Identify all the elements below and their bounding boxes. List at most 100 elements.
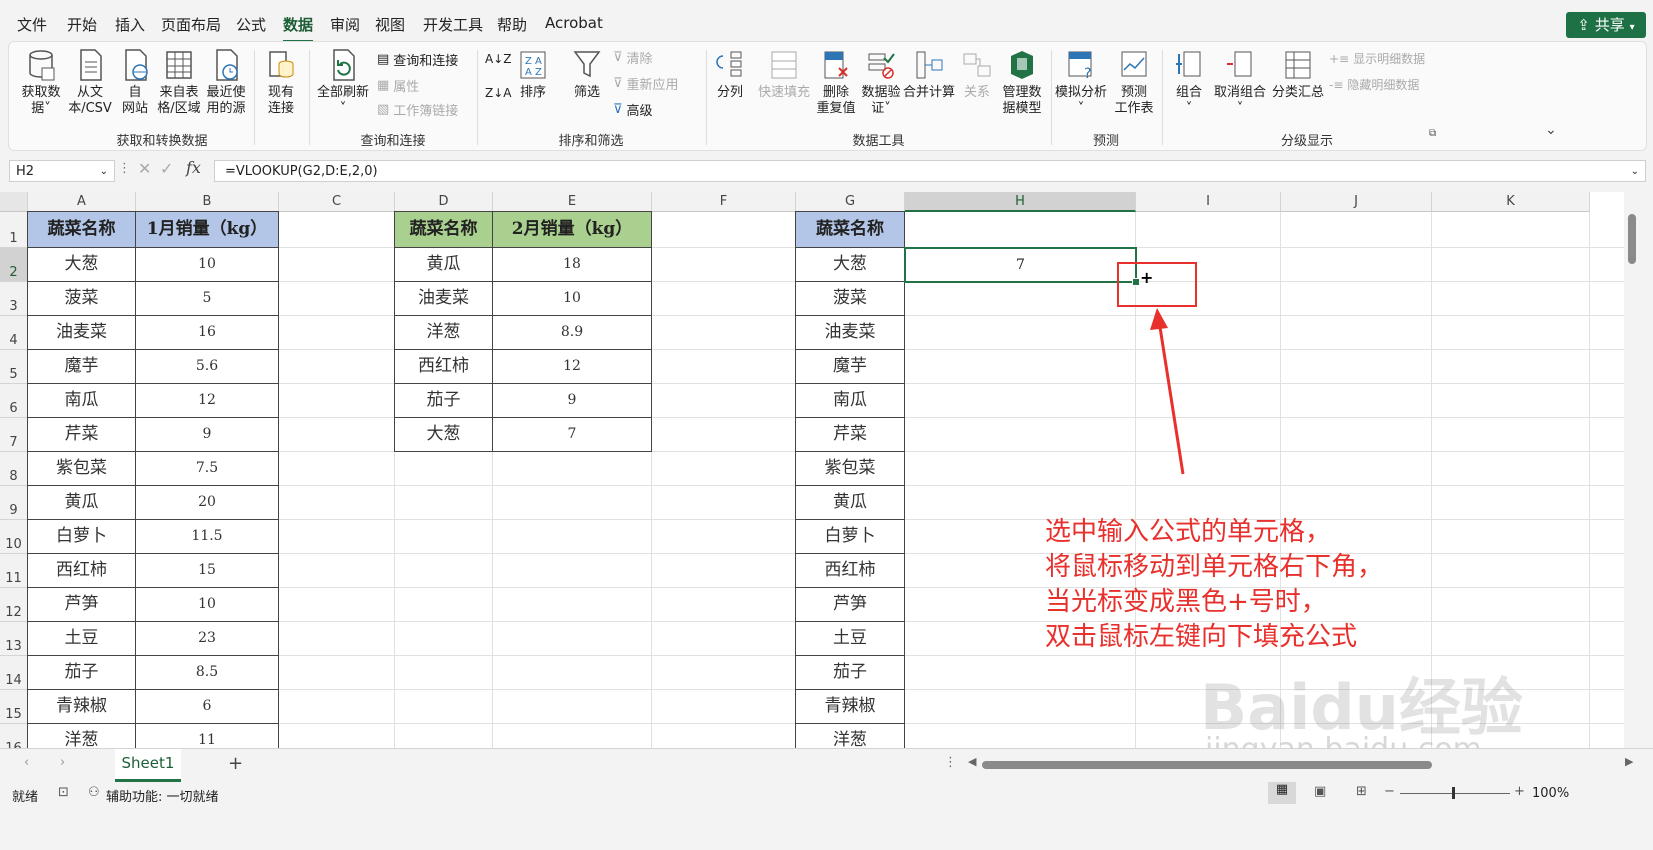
table1-cell-sales[interactable]: 7.5 xyxy=(135,451,279,486)
spreadsheet-grid[interactable]: ABCDEFGHIJK 12345678910111213141516 蔬菜名称… xyxy=(0,192,1640,788)
accessibility-status[interactable]: 辅助功能: 一切就绪 xyxy=(106,786,219,805)
table2-cell-name[interactable]: 茄子 xyxy=(394,383,493,418)
table1-cell-name[interactable]: 西红柿 xyxy=(27,553,136,588)
menu-home[interactable]: 开始 xyxy=(67,14,97,35)
page-break-view-icon[interactable]: ⊞ xyxy=(1356,784,1367,799)
from-text-csv-button[interactable]: 从文 本/CSV xyxy=(65,48,115,117)
table3-cell-name[interactable]: 土豆 xyxy=(795,621,905,656)
menu-developer[interactable]: 开发工具 xyxy=(423,14,483,35)
column-header-a[interactable]: A xyxy=(28,192,136,212)
page-layout-view-icon[interactable]: ▣ xyxy=(1314,784,1326,799)
show-detail-button[interactable]: +≡ 显示明细数据 xyxy=(1329,50,1425,67)
column-header-e[interactable]: E xyxy=(493,192,652,212)
row-header-2[interactable]: 2 xyxy=(0,248,28,282)
from-web-button[interactable]: 自网站 xyxy=(115,48,155,117)
table1-cell-name[interactable]: 紫包菜 xyxy=(27,451,136,486)
menu-help[interactable]: 帮助 xyxy=(497,14,527,35)
menu-review[interactable]: 审阅 xyxy=(330,14,360,35)
select-all-corner[interactable] xyxy=(0,192,28,212)
column-header-d[interactable]: D xyxy=(395,192,493,212)
table1-cell-name[interactable]: 土豆 xyxy=(27,621,136,656)
expand-formula-icon[interactable]: ⌄ xyxy=(1631,161,1639,183)
row-header-14[interactable]: 14 xyxy=(0,656,28,690)
confirm-icon[interactable]: ✓ xyxy=(160,159,173,178)
sort-button[interactable]: Z AA Z 排序 xyxy=(513,48,553,101)
existing-connections-button[interactable]: 现有 连接 xyxy=(261,48,301,117)
refresh-all-button[interactable]: 全部刷新 ˅ xyxy=(315,48,371,117)
relationships-button[interactable]: 关系 xyxy=(959,48,995,101)
row-header-1[interactable]: 1 xyxy=(0,212,28,248)
table3-cell-name[interactable]: 芦笋 xyxy=(795,587,905,622)
table1-cell-sales[interactable]: 10 xyxy=(135,247,279,282)
get-data-button[interactable]: 获取数 据˅ xyxy=(17,48,65,117)
insert-function-icon[interactable]: fx xyxy=(186,158,201,177)
subtotal-button[interactable]: 分类汇总 xyxy=(1271,48,1325,101)
table2-cell-sales[interactable]: 12 xyxy=(492,349,652,384)
vertical-scrollbar[interactable] xyxy=(1624,192,1640,788)
table1-cell-name[interactable]: 油麦菜 xyxy=(27,315,136,350)
table3-cell-name[interactable]: 西红柿 xyxy=(795,553,905,588)
table1-cell-name[interactable]: 大葱 xyxy=(27,247,136,282)
table1-cell-name[interactable]: 白萝卜 xyxy=(27,519,136,554)
table3-cell-name[interactable]: 魔芋 xyxy=(795,349,905,384)
table2-cell-sales[interactable]: 7 xyxy=(492,417,652,452)
collapse-ribbon-icon[interactable]: ⌄ xyxy=(1545,122,1557,138)
column-header-c[interactable]: C xyxy=(279,192,395,212)
row-header-15[interactable]: 15 xyxy=(0,690,28,724)
zoom-out-icon[interactable]: − xyxy=(1384,784,1395,799)
queries-connections-button[interactable]: ▤ 查询和连接 xyxy=(377,50,458,69)
table1-cell-sales[interactable]: 16 xyxy=(135,315,279,350)
reapply-button[interactable]: ⊽ 重新应用 xyxy=(613,74,679,93)
table2-cell-name[interactable]: 西红柿 xyxy=(394,349,493,384)
hide-detail-button[interactable]: -≡ 隐藏明细数据 xyxy=(1329,76,1419,93)
consolidate-button[interactable]: 合并计算 xyxy=(903,48,955,101)
zoom-level[interactable]: 100% xyxy=(1532,786,1569,801)
more-options-icon[interactable]: ⋮ xyxy=(118,161,131,176)
column-header-b[interactable]: B xyxy=(136,192,279,212)
table1-cell-sales[interactable]: 11.5 xyxy=(135,519,279,554)
clear-filter-button[interactable]: ⊽ 清除 xyxy=(613,48,653,67)
dialog-launcher-icon[interactable]: ⧉ xyxy=(1429,128,1436,139)
table2-cell-sales[interactable]: 9 xyxy=(492,383,652,418)
tab-split-handle-icon[interactable]: ⋮ xyxy=(944,755,957,770)
table2-cell-sales[interactable]: 8.9 xyxy=(492,315,652,350)
properties-button[interactable]: ▦ 属性 xyxy=(377,76,419,95)
name-box[interactable]: H2 ⌄ xyxy=(9,160,115,182)
table1-cell-name[interactable]: 菠菜 xyxy=(27,281,136,316)
menu-view[interactable]: 视图 xyxy=(375,14,405,35)
table1-cell-sales[interactable]: 20 xyxy=(135,485,279,520)
zoom-slider-thumb[interactable] xyxy=(1452,787,1455,799)
table3-cell-name[interactable]: 青辣椒 xyxy=(795,689,905,724)
table1-cell-name[interactable]: 芹菜 xyxy=(27,417,136,452)
cell-h1[interactable] xyxy=(905,211,1136,248)
menu-file[interactable]: 文件 xyxy=(17,14,47,35)
table1-cell-sales[interactable]: 12 xyxy=(135,383,279,418)
table1-cell-sales[interactable]: 8.5 xyxy=(135,655,279,690)
table3-cell-name[interactable]: 白萝卜 xyxy=(795,519,905,554)
column-header-k[interactable]: K xyxy=(1432,192,1590,212)
table2-header-sales[interactable]: 2月销量（kg） xyxy=(492,211,652,248)
what-if-analysis-button[interactable]: ? 模拟分析 ˅ xyxy=(1055,48,1107,117)
column-header-h[interactable]: H xyxy=(905,192,1136,212)
table3-cell-name[interactable]: 芹菜 xyxy=(795,417,905,452)
group-button[interactable]: 组合 ˅ xyxy=(1169,48,1209,117)
scroll-left-icon[interactable]: ◀ xyxy=(968,755,976,768)
accessibility-icon[interactable]: ⚇ xyxy=(88,785,100,800)
sort-za-button[interactable]: Z↓A xyxy=(485,86,511,100)
table1-header-sales[interactable]: 1月销量（kg） xyxy=(135,211,279,248)
row-header-4[interactable]: 4 xyxy=(0,316,28,350)
column-header-j[interactable]: J xyxy=(1281,192,1432,212)
table1-cell-sales[interactable]: 10 xyxy=(135,587,279,622)
table2-cell-sales[interactable]: 10 xyxy=(492,281,652,316)
row-header-3[interactable]: 3 xyxy=(0,282,28,316)
row-header-10[interactable]: 10 xyxy=(0,520,28,554)
table1-cell-sales[interactable]: 5.6 xyxy=(135,349,279,384)
table1-cell-name[interactable]: 魔芋 xyxy=(27,349,136,384)
vertical-scroll-thumb[interactable] xyxy=(1628,214,1636,264)
scroll-right-icon[interactable]: › xyxy=(60,755,65,770)
table1-cell-name[interactable]: 黄瓜 xyxy=(27,485,136,520)
flash-fill-button[interactable]: 快速填充 xyxy=(755,48,813,101)
row-header-13[interactable]: 13 xyxy=(0,622,28,656)
add-sheet-button[interactable]: + xyxy=(228,753,243,774)
table1-cell-sales[interactable]: 5 xyxy=(135,281,279,316)
